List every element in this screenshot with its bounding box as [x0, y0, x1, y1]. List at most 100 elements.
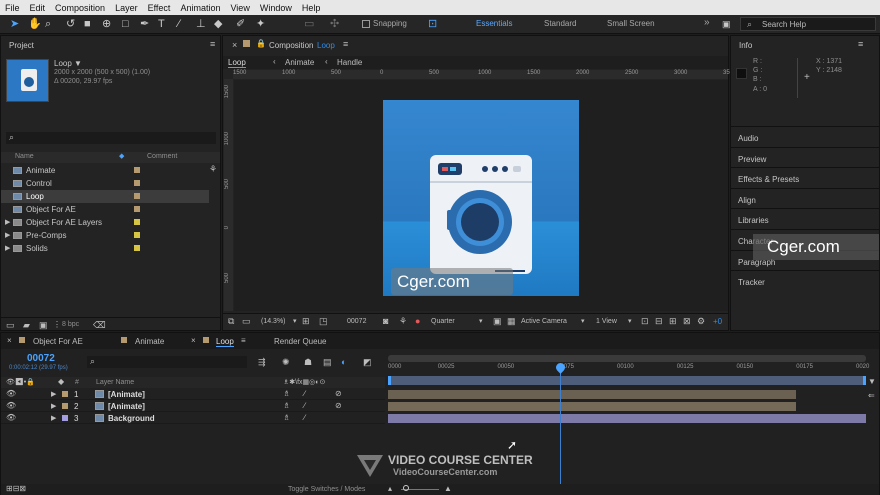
- menu-composition[interactable]: Composition: [50, 3, 110, 13]
- align-icon[interactable]: ▭: [304, 18, 314, 30]
- interpret-footage-icon[interactable]: ▭: [6, 320, 15, 331]
- comp-canvas[interactable]: [383, 100, 579, 296]
- zoom-tool-icon[interactable]: ⌕: [45, 18, 51, 30]
- visibility-column-icon[interactable]: 👁◀•🔒: [6, 378, 35, 386]
- workspace-more-icon[interactable]: »: [704, 17, 710, 28]
- project-item[interactable]: ▶ Object For AE Layers: [1, 216, 209, 229]
- rotate-tool-icon[interactable]: ↺: [66, 18, 75, 30]
- exposure-value[interactable]: +0: [713, 317, 722, 326]
- region-icon[interactable]: ▭: [242, 316, 251, 327]
- flowchart-icon[interactable]: ⚘: [209, 164, 217, 175]
- shy-switch-icon[interactable]: ♗: [283, 389, 290, 398]
- shy-switch-icon[interactable]: ♗: [283, 413, 290, 422]
- clone-stamp-tool-icon[interactable]: ⊥: [196, 18, 206, 30]
- project-settings-icon[interactable]: ⋮: [53, 320, 61, 329]
- graph-editor-icon[interactable]: ◩: [363, 357, 372, 368]
- layer-name[interactable]: Background: [108, 414, 155, 423]
- project-search-field[interactable]: ⌕: [6, 132, 216, 144]
- column-name[interactable]: Name: [15, 153, 34, 160]
- snapping-checkbox[interactable]: [362, 20, 370, 28]
- rectangle-tool-icon[interactable]: □: [122, 18, 129, 30]
- comp-mini-flowchart-icon[interactable]: ⇶: [258, 357, 266, 368]
- zoom-level[interactable]: (14.3%): [261, 318, 286, 325]
- label-color-swatch[interactable]: [134, 232, 140, 238]
- project-item[interactable]: ▶ Pre-Comps: [1, 229, 209, 242]
- menu-effect[interactable]: Effect: [143, 3, 176, 13]
- tab-close-icon[interactable]: ×: [7, 336, 12, 345]
- visibility-eye-icon[interactable]: 👁: [6, 413, 16, 422]
- current-time[interactable]: 00072: [347, 318, 366, 325]
- expand-arrow-icon[interactable]: ▶: [5, 244, 10, 252]
- toggle-switches-modes[interactable]: Toggle Switches / Modes: [288, 486, 365, 493]
- layer-row[interactable]: 👁 ▶ 3 Background ♗ ∕: [1, 412, 385, 424]
- tab-loop[interactable]: Loop: [216, 337, 234, 347]
- show-snapshot-icon[interactable]: ⚘: [399, 316, 407, 327]
- trash-icon[interactable]: ⌫: [93, 320, 106, 331]
- menu-layer[interactable]: Layer: [110, 3, 143, 13]
- crumb-animate[interactable]: Animate: [285, 58, 314, 67]
- draft-3d-icon[interactable]: ✺: [282, 357, 290, 368]
- parent-link-icon[interactable]: ⊘: [335, 389, 342, 398]
- side-panel-libraries[interactable]: Libraries: [731, 208, 879, 228]
- crumb-handle[interactable]: Handle: [337, 58, 362, 67]
- project-item[interactable]: Object For AE: [1, 203, 209, 216]
- transparency-grid-icon[interactable]: ▦: [507, 316, 516, 327]
- layer-duration-bar[interactable]: [388, 402, 796, 411]
- time-ruler[interactable]: 0000 00025 00050 00075 00100 00125 00150 00175 0…: [388, 362, 869, 374]
- time-navigator[interactable]: [388, 355, 866, 362]
- visibility-eye-icon[interactable]: 👁: [6, 389, 16, 398]
- menu-file[interactable]: File: [0, 3, 25, 13]
- layer-name[interactable]: [Animate]: [108, 402, 145, 411]
- camera-tool-icon[interactable]: ■: [84, 18, 91, 30]
- fast-preview-icon[interactable]: ▣: [493, 316, 502, 327]
- comp-button-icon[interactable]: ⇐: [868, 391, 875, 400]
- timeline-search-field[interactable]: ⌕: [87, 356, 247, 368]
- menu-view[interactable]: View: [225, 3, 254, 13]
- info-menu-icon[interactable]: ≡: [858, 39, 863, 49]
- camera-select[interactable]: Active Camera: [521, 318, 567, 325]
- layer-label-color[interactable]: [62, 403, 68, 409]
- comp-panel-title[interactable]: Composition: [269, 41, 313, 50]
- comp-panel-menu-icon[interactable]: ≡: [343, 39, 348, 49]
- project-item[interactable]: Control: [1, 177, 209, 190]
- comp-viewer[interactable]: Cger.com: [234, 80, 728, 311]
- project-menu-icon[interactable]: ≡: [210, 39, 215, 49]
- menu-animation[interactable]: Animation: [175, 3, 225, 13]
- motion-blur-icon[interactable]: ◐: [341, 357, 346, 367]
- side-panel-audio[interactable]: Audio: [731, 126, 879, 146]
- column-layer-name[interactable]: Layer Name: [96, 379, 134, 386]
- roto-brush-tool-icon[interactable]: ✐: [236, 18, 245, 30]
- tab-close-icon[interactable]: ×: [191, 336, 196, 345]
- menu-help[interactable]: Help: [297, 3, 326, 13]
- expand-arrow-icon[interactable]: ▶: [51, 414, 56, 422]
- zoom-slider-handle[interactable]: [403, 485, 409, 491]
- side-panel-tracker[interactable]: Tracker: [731, 270, 879, 290]
- quality-switch-icon[interactable]: ∕: [304, 413, 305, 422]
- resolution-grid-icon[interactable]: ⊞: [302, 316, 310, 327]
- label-color-swatch[interactable]: [134, 167, 140, 173]
- comp-flowchart-icon[interactable]: ⊠: [683, 316, 691, 327]
- type-tool-icon[interactable]: T: [158, 18, 165, 30]
- parent-link-icon[interactable]: ⊘: [335, 401, 342, 410]
- tab-animate[interactable]: Animate: [135, 337, 164, 346]
- layer-label-color[interactable]: [62, 391, 68, 397]
- brush-tool-icon[interactable]: ∕: [178, 18, 180, 30]
- label-color-swatch[interactable]: [134, 180, 140, 186]
- selection-tool-icon[interactable]: ➤: [10, 18, 19, 30]
- color-channel-icon[interactable]: ●: [415, 316, 420, 326]
- new-comp-icon[interactable]: ▣: [39, 320, 48, 331]
- comp-panel-title-name[interactable]: Loop: [317, 41, 335, 50]
- toggle-pixel-aspect-icon[interactable]: ⊡: [641, 316, 649, 327]
- project-item[interactable]: Animate: [1, 164, 209, 177]
- comp-name[interactable]: Loop ▼: [54, 59, 82, 68]
- menu-window[interactable]: Window: [255, 3, 297, 13]
- quality-switch-icon[interactable]: ∕: [304, 389, 305, 398]
- side-panel-align[interactable]: Align: [731, 187, 879, 208]
- zoom-in-icon[interactable]: ▲: [444, 484, 452, 493]
- shy-switch-icon[interactable]: ♗: [283, 401, 290, 410]
- view-layout-select[interactable]: 1 View: [596, 318, 617, 325]
- layer-row[interactable]: 👁 ▶ 1 [Animate] ♗ ∕ ⊘: [1, 388, 385, 400]
- workspace-small-screen[interactable]: Small Screen: [607, 19, 655, 28]
- timeline-icon[interactable]: ⊞: [669, 316, 677, 327]
- zoom-out-icon[interactable]: ▴: [388, 484, 392, 493]
